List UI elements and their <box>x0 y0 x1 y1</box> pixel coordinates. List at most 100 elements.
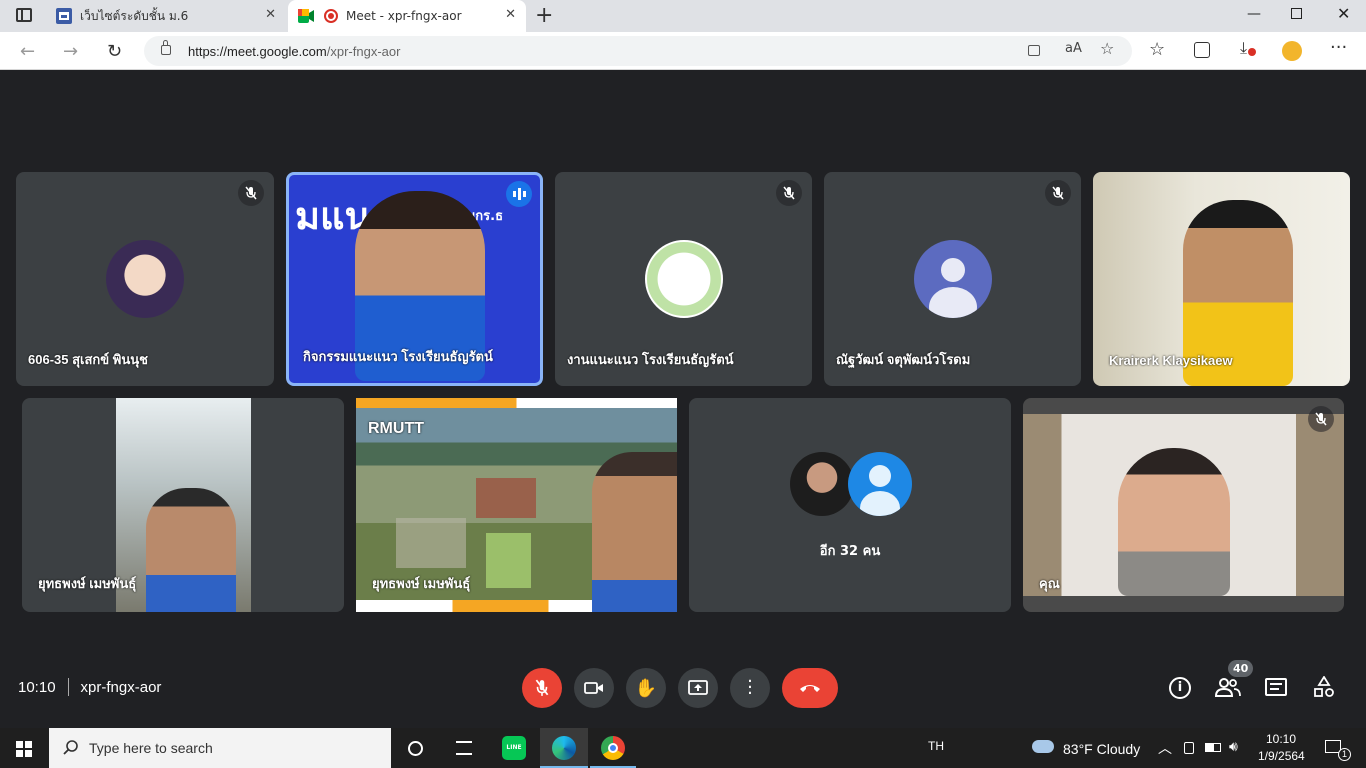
mic-off-icon <box>535 679 549 696</box>
participant-name: Krairerk Klaysikaew <box>1109 353 1233 368</box>
chrome-app-icon[interactable] <box>590 728 636 768</box>
forward-icon[interactable]: → <box>63 41 78 62</box>
windows-taskbar: Type here to search LINE TH 83°F Cloudy … <box>0 728 1366 768</box>
present-button[interactable] <box>678 668 718 708</box>
chevron-up-icon[interactable]: ︿ <box>1158 738 1172 758</box>
hang-up-icon <box>800 685 820 692</box>
search-icon <box>63 740 78 755</box>
tab-website[interactable]: เว็บไซต์ระดับชั้น ม.6 ✕ <box>46 0 286 32</box>
close-tab-icon[interactable]: ✕ <box>505 7 516 22</box>
participant-tile-speaking[interactable]: มแนะแนว มกร.ธ กิจกรรมแนะแนว โรงเรียนธัญร… <box>286 172 543 386</box>
avatar <box>790 452 854 516</box>
participant-tile[interactable]: ณัฐวัฒน์ จตุพัฒน์วโรดม <box>824 172 1081 386</box>
divider <box>67 678 69 696</box>
default-user-avatar <box>914 240 992 318</box>
url-host: https://meet.google.com <box>188 43 327 59</box>
url-path: /xpr-fngx-aor <box>326 43 401 59</box>
present-screen-icon <box>688 680 708 695</box>
windows-start-icon[interactable] <box>16 741 32 757</box>
line-app-icon[interactable]: LINE <box>502 736 526 760</box>
minimize-icon[interactable]: — <box>1247 6 1261 22</box>
volume-icon[interactable]: 🔊︎ <box>1229 738 1238 755</box>
input-language[interactable]: TH <box>928 739 944 753</box>
more-vert-icon: · · · <box>747 671 753 704</box>
camera-toggle-button[interactable] <box>574 668 614 708</box>
meet-icon <box>298 8 314 24</box>
cloud-icon <box>1032 740 1054 753</box>
taskbar-search-box[interactable]: Type here to search <box>49 728 391 768</box>
tab-actions-icon[interactable] <box>16 8 32 22</box>
back-icon[interactable]: ← <box>20 41 35 62</box>
mic-off-icon <box>238 180 264 206</box>
others-tile[interactable]: อีก 32 คน <box>689 398 1011 612</box>
close-window-icon[interactable]: ✕ <box>1337 4 1350 23</box>
video-feed <box>1023 414 1344 596</box>
participant-name: ณัฐวัฒน์ จตุพัฒน์วโรดม <box>836 352 971 367</box>
participant-tile[interactable]: 606-35 สุเสกข์ พินนุช <box>16 172 274 386</box>
battery-icon[interactable] <box>1205 743 1221 752</box>
site-icon <box>56 8 72 24</box>
close-tab-icon[interactable]: ✕ <box>265 7 276 22</box>
task-view-icon[interactable] <box>456 741 472 755</box>
favorites-icon[interactable]: ☆ <box>1149 39 1165 60</box>
participant-name: คุณ <box>1039 576 1060 591</box>
activities-icon[interactable] <box>1313 675 1335 698</box>
people-button[interactable]: 40 <box>1214 660 1254 700</box>
self-tile[interactable]: คุณ <box>1023 398 1344 612</box>
logo-text: RMUTT <box>368 420 424 437</box>
lock-icon <box>161 40 171 55</box>
clock-date[interactable]: 1/9/2564 <box>1258 749 1305 763</box>
collections-icon[interactable] <box>1194 42 1210 58</box>
refresh-icon[interactable]: ↻ <box>107 41 122 62</box>
weather-text[interactable]: 83°F Cloudy <box>1063 741 1140 757</box>
search-placeholder: Type here to search <box>89 740 213 756</box>
notification-count-badge: 1 <box>1338 748 1351 761</box>
participant-name: 606-35 สุเสกข์ พินนุช <box>28 352 148 367</box>
speaking-indicator-icon <box>506 181 532 207</box>
more-options-button[interactable]: · · · <box>730 668 770 708</box>
mic-off-icon <box>1045 180 1071 206</box>
network-icon[interactable] <box>1184 742 1194 754</box>
browser-tab-bar: เว็บไซต์ระดับชั้น ม.6 ✕ Meet - xpr-fngx-… <box>0 0 1366 32</box>
tab-meet[interactable]: Meet - xpr-fngx-aor ✕ <box>288 0 526 32</box>
mic-off-icon <box>776 180 802 206</box>
raise-hand-button[interactable]: ✋ <box>626 668 666 708</box>
participant-name: งานแนะแนว โรงเรียนธัญรัตน์ <box>567 352 734 367</box>
avatar <box>645 240 723 318</box>
cortana-icon[interactable] <box>408 741 423 756</box>
add-favorite-icon[interactable]: ☆ <box>1100 39 1114 58</box>
read-aloud-icon[interactable]: aA <box>1065 41 1082 56</box>
participant-tile[interactable]: งานแนะแนว โรงเรียนธัญรัตน์ <box>555 172 812 386</box>
participant-tile-screenshare[interactable]: RMUTT ยุทธพงษ์ เมษพันธุ์ <box>356 398 677 612</box>
top-stripe <box>356 398 677 408</box>
restore-icon[interactable] <box>1291 8 1302 19</box>
participant-tile[interactable]: ยุทธพงษ์ เมษพันธุ์ <box>22 398 344 612</box>
tab-label: Meet - xpr-fngx-aor <box>346 9 462 23</box>
people-icon <box>1214 678 1241 697</box>
meeting-code: xpr-fngx-aor <box>80 678 162 696</box>
edge-app-icon[interactable] <box>540 728 588 768</box>
participant-name: ยุทธพงษ์ เมษพันธุ์ <box>372 576 471 591</box>
chat-icon[interactable] <box>1265 678 1287 696</box>
clock-time[interactable]: 10:10 <box>1266 732 1296 746</box>
recording-icon <box>324 9 338 23</box>
avatar <box>106 240 184 318</box>
url-field[interactable]: https://meet.google.com/xpr-fngx-aor aA … <box>144 36 1132 66</box>
others-count-label: อีก 32 คน <box>819 544 881 559</box>
mic-toggle-button[interactable] <box>522 668 562 708</box>
participant-name: ยุทธพงษ์ เมษพันธุ์ <box>38 576 137 591</box>
leave-call-button[interactable] <box>782 668 838 708</box>
participant-count-badge: 40 <box>1228 660 1254 677</box>
downloads-icon[interactable]: ⤓ <box>1240 38 1256 58</box>
meeting-info: 10:10 xpr-fngx-aor <box>18 678 161 696</box>
video-feed <box>116 398 251 612</box>
meeting-details-icon[interactable]: i <box>1169 677 1191 699</box>
new-tab-icon[interactable]: + <box>535 3 553 28</box>
camera-icon[interactable] <box>1028 45 1040 56</box>
profile-avatar[interactable] <box>1282 41 1302 61</box>
default-user-avatar <box>848 452 912 516</box>
participant-name: กิจกรรมแนะแนว โรงเรียนธัญรัตน์ <box>303 349 493 364</box>
address-toolbar: ← → ↻ https://meet.google.com/xpr-fngx-a… <box>0 32 1366 70</box>
participant-tile[interactable]: Krairerk Klaysikaew <box>1093 172 1350 386</box>
more-menu-icon[interactable]: ··· <box>1330 37 1347 58</box>
